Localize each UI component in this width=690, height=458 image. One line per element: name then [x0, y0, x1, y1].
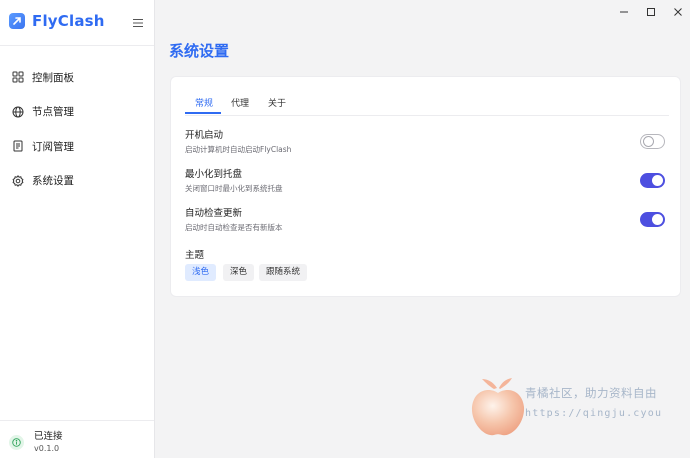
sidebar: FlyClash 控制面板 节点管理 订阅管理 系统设置 已连接 v0.1.0 — [0, 0, 155, 458]
setting-auto-update: 自动检查更新 启动时自动检查是否有新版本 — [185, 208, 283, 233]
theme-label: 主题 — [185, 250, 205, 261]
tab-general[interactable]: 常规 — [195, 96, 213, 109]
theme-system-button[interactable]: 跟随系统 — [259, 264, 308, 281]
app-name: FlyClash — [32, 12, 105, 30]
tab-about[interactable]: 关于 — [268, 96, 286, 109]
watermark-text: 青橘社区，助力资料自由 — [525, 386, 657, 400]
version-label: v0.1.0 — [34, 444, 60, 453]
brand: FlyClash — [9, 10, 105, 32]
maximize-icon[interactable] — [644, 5, 658, 19]
sidebar-item-dashboard[interactable]: 控制面板 — [0, 60, 154, 95]
page-title: 系统设置 — [169, 42, 230, 60]
setting-title: 最小化到托盘 — [185, 169, 243, 180]
globe-icon — [12, 106, 24, 118]
close-icon[interactable] — [671, 5, 685, 19]
info-icon — [9, 435, 24, 450]
sidebar-item-label: 控制面板 — [32, 71, 74, 84]
settings-card: 常规 代理 关于 开机启动 启动计算机时自动启动FlyClash 最小化到托盘 … — [170, 76, 681, 297]
toggle-knob — [652, 175, 663, 186]
sidebar-item-nodes[interactable]: 节点管理 — [0, 95, 154, 130]
sidebar-item-label: 系统设置 — [32, 175, 74, 188]
sidebar-nav: 控制面板 节点管理 订阅管理 系统设置 — [0, 60, 154, 198]
orange-logo-icon — [471, 378, 525, 436]
menu-icon[interactable] — [132, 14, 144, 28]
watermark: 青橘社区，助力资料自由 https://qingju.cyou — [470, 373, 670, 443]
sidebar-item-label: 节点管理 — [32, 106, 74, 119]
theme-dark-button[interactable]: 深色 — [223, 264, 255, 281]
toggle-knob — [643, 136, 654, 147]
status-label: 已连接 — [34, 431, 63, 442]
setting-description: 启动计算机时自动启动FlyClash — [185, 145, 292, 154]
setting-description: 启动时自动检查是否有新版本 — [185, 223, 283, 232]
tab-bar: 常规 代理 关于 — [185, 95, 669, 116]
divider — [0, 420, 154, 421]
grid-icon — [12, 71, 24, 83]
setting-title: 开机启动 — [185, 130, 224, 141]
setting-minimize-to-tray: 最小化到托盘 关闭窗口时最小化到系统托盘 — [185, 169, 283, 194]
minimize-icon[interactable] — [617, 5, 631, 19]
gear-icon — [12, 175, 24, 187]
setting-description: 关闭窗口时最小化到系统托盘 — [185, 184, 283, 193]
tab-proxy[interactable]: 代理 — [231, 96, 249, 109]
theme-light-button[interactable]: 浅色 — [185, 264, 217, 281]
autostart-toggle[interactable] — [640, 134, 665, 149]
connection-status: 已连接 v0.1.0 — [9, 431, 63, 454]
sidebar-item-subscriptions[interactable]: 订阅管理 — [0, 129, 154, 164]
auto-update-toggle[interactable] — [640, 212, 665, 227]
toggle-knob — [652, 214, 663, 225]
setting-autostart: 开机启动 启动计算机时自动启动FlyClash — [185, 130, 291, 155]
setting-title: 自动检查更新 — [185, 208, 243, 219]
watermark-url: https://qingju.cyou — [525, 408, 663, 419]
app-logo-icon — [9, 13, 25, 29]
divider — [0, 45, 154, 46]
document-icon — [12, 140, 24, 152]
sidebar-item-settings[interactable]: 系统设置 — [0, 164, 154, 199]
active-tab-indicator — [185, 112, 221, 114]
minimize-to-tray-toggle[interactable] — [640, 173, 665, 188]
sidebar-item-label: 订阅管理 — [32, 140, 74, 153]
